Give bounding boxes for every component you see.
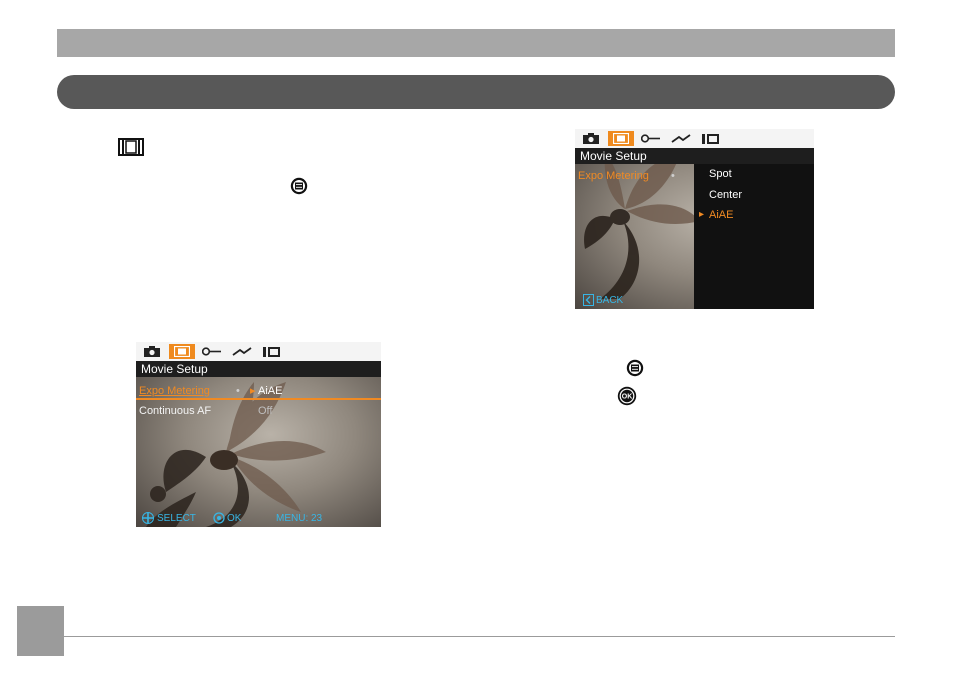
menu-tab-bar bbox=[136, 342, 381, 361]
back-arrow-icon bbox=[583, 294, 594, 306]
wrench-tab[interactable] bbox=[229, 344, 255, 359]
key-tab[interactable] bbox=[199, 344, 225, 359]
menu-item-expo-metering[interactable]: Expo Metering bbox=[139, 384, 210, 398]
back-button[interactable]: BACK bbox=[583, 294, 623, 306]
menu-button-icon bbox=[290, 177, 308, 195]
option-aiae[interactable]: AiAE bbox=[709, 208, 733, 222]
footer-rule bbox=[64, 636, 895, 637]
status-ok: OK bbox=[227, 513, 242, 524]
movie-tab[interactable] bbox=[608, 131, 634, 146]
svg-text:OK: OK bbox=[622, 394, 633, 401]
camera-screen-submenu: Movie Setup Expo Metering • Spot Center … bbox=[575, 129, 814, 309]
menu-title: Movie Setup bbox=[136, 361, 381, 377]
status-bar: SELECT OK MENU: 23 bbox=[136, 511, 381, 527]
section-title-bar bbox=[57, 75, 895, 109]
selection-arrow-icon: ▸ bbox=[250, 385, 256, 397]
status-menu: MENU: 23 bbox=[276, 513, 323, 524]
menu-button-icon bbox=[626, 359, 644, 377]
ok-small-icon bbox=[213, 511, 225, 527]
status-select: SELECT bbox=[157, 513, 196, 524]
wrench-tab[interactable] bbox=[668, 131, 694, 146]
back-label: BACK bbox=[596, 294, 624, 306]
option-center[interactable]: Center bbox=[709, 188, 742, 202]
menu-item-expo-metering[interactable]: Expo Metering bbox=[578, 170, 649, 182]
option-spot[interactable]: Spot bbox=[709, 167, 732, 181]
selection-arrow-icon: ▸ bbox=[699, 209, 705, 220]
settings-tab[interactable] bbox=[259, 344, 285, 359]
camera-screen-menu: Movie Setup Expo Metering • ▸ AiAE Conti… bbox=[136, 342, 381, 527]
camera-tab[interactable] bbox=[139, 344, 165, 359]
film-icon bbox=[118, 138, 144, 156]
page-number-box bbox=[17, 606, 64, 656]
key-tab[interactable] bbox=[638, 131, 664, 146]
dpad-icon bbox=[142, 511, 154, 527]
camera-tab[interactable] bbox=[578, 131, 604, 146]
menu-item-continuous-af[interactable]: Continuous AF bbox=[139, 404, 211, 418]
menu-item-value: AiAE bbox=[258, 385, 283, 397]
header-band bbox=[57, 29, 895, 57]
ok-button-icon: OK bbox=[617, 386, 637, 406]
settings-tab[interactable] bbox=[698, 131, 724, 146]
menu-item-value: Off bbox=[258, 405, 273, 417]
menu-title: Movie Setup bbox=[575, 148, 814, 164]
separator-dot: • bbox=[671, 170, 675, 182]
options-panel bbox=[694, 164, 814, 309]
separator-dot: • bbox=[236, 385, 240, 397]
menu-tab-bar bbox=[575, 129, 814, 148]
selection-underline bbox=[136, 398, 381, 400]
movie-tab[interactable] bbox=[169, 344, 195, 359]
